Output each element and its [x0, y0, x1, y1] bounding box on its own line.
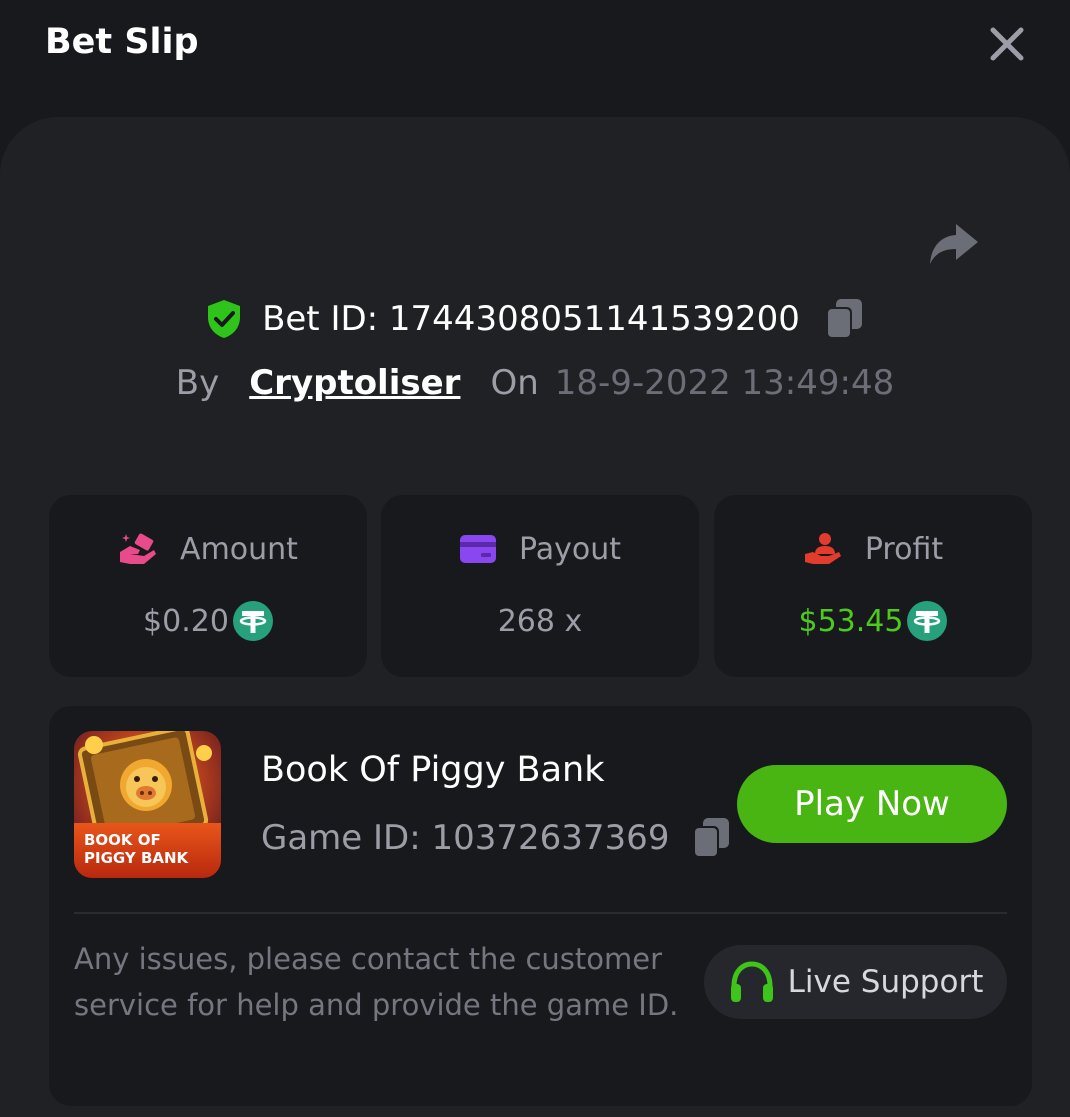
live-support-label: Live Support — [787, 964, 984, 1000]
payout-card: Payout 268 x — [381, 495, 699, 677]
divider — [74, 912, 1007, 914]
amount-header: Amount — [49, 527, 367, 571]
close-icon — [990, 27, 1024, 61]
profit-value-row: $53.45 — [714, 599, 1032, 643]
profit-hand-icon — [804, 533, 841, 564]
copy-icon[interactable] — [691, 816, 731, 860]
share-icon — [930, 224, 978, 264]
game-thumbnail[interactable]: BOOK OF PIGGY BANK — [74, 731, 221, 878]
game-name: Book Of Piggy Bank — [261, 750, 605, 790]
on-label: On — [490, 363, 539, 403]
game-card: BOOK OF PIGGY BANK Book Of Piggy Bank Ga… — [49, 706, 1032, 1106]
thumbnail-text: BOOK OF PIGGY BANK — [84, 831, 189, 867]
tether-icon — [907, 601, 948, 641]
coins-hand-icon — [120, 533, 157, 564]
amount-value-row: $0.20 — [49, 599, 367, 643]
play-now-button[interactable]: Play Now — [737, 765, 1007, 843]
bet-id: Bet ID: 1744308051141539200 — [262, 299, 800, 339]
profit-header: Profit — [714, 527, 1032, 571]
bet-id-row: Bet ID: 1744308051141539200 — [0, 294, 1070, 344]
bet-date: 18-9-2022 13:49:48 — [554, 363, 895, 403]
payout-value: 268 x — [497, 603, 583, 639]
game-id: Game ID: 10372637369 — [261, 818, 670, 858]
payout-value-row: 268 x — [381, 599, 699, 643]
payout-header: Payout — [381, 527, 699, 571]
game-id-row: Game ID: 10372637369 — [261, 814, 731, 862]
user-link[interactable]: Cryptoliser — [249, 363, 460, 403]
bet-meta-row: By Cryptoliser On 18-9-2022 13:49:48 — [0, 358, 1070, 408]
headset-icon — [730, 961, 773, 1002]
support-notice: Any issues, please contact the customer … — [74, 942, 679, 1022]
card-icon — [459, 535, 496, 563]
by-label: By — [175, 363, 220, 403]
page-title: Bet Slip — [45, 22, 199, 62]
profit-card: Profit $53.45 — [714, 495, 1032, 677]
amount-card: Amount $0.20 — [49, 495, 367, 677]
verified-shield-icon — [208, 300, 241, 338]
header: Bet Slip — [0, 0, 1070, 100]
profit-value: $53.45 — [798, 603, 904, 639]
copy-icon[interactable] — [824, 297, 864, 341]
payout-label: Payout — [518, 531, 621, 567]
tether-icon — [232, 601, 273, 641]
live-support-button[interactable]: Live Support — [704, 945, 1007, 1019]
amount-label: Amount — [180, 531, 298, 567]
close-button[interactable] — [986, 23, 1028, 65]
amount-value: $0.20 — [143, 603, 229, 639]
profit-label: Profit — [864, 531, 944, 567]
share-button[interactable] — [926, 220, 980, 268]
